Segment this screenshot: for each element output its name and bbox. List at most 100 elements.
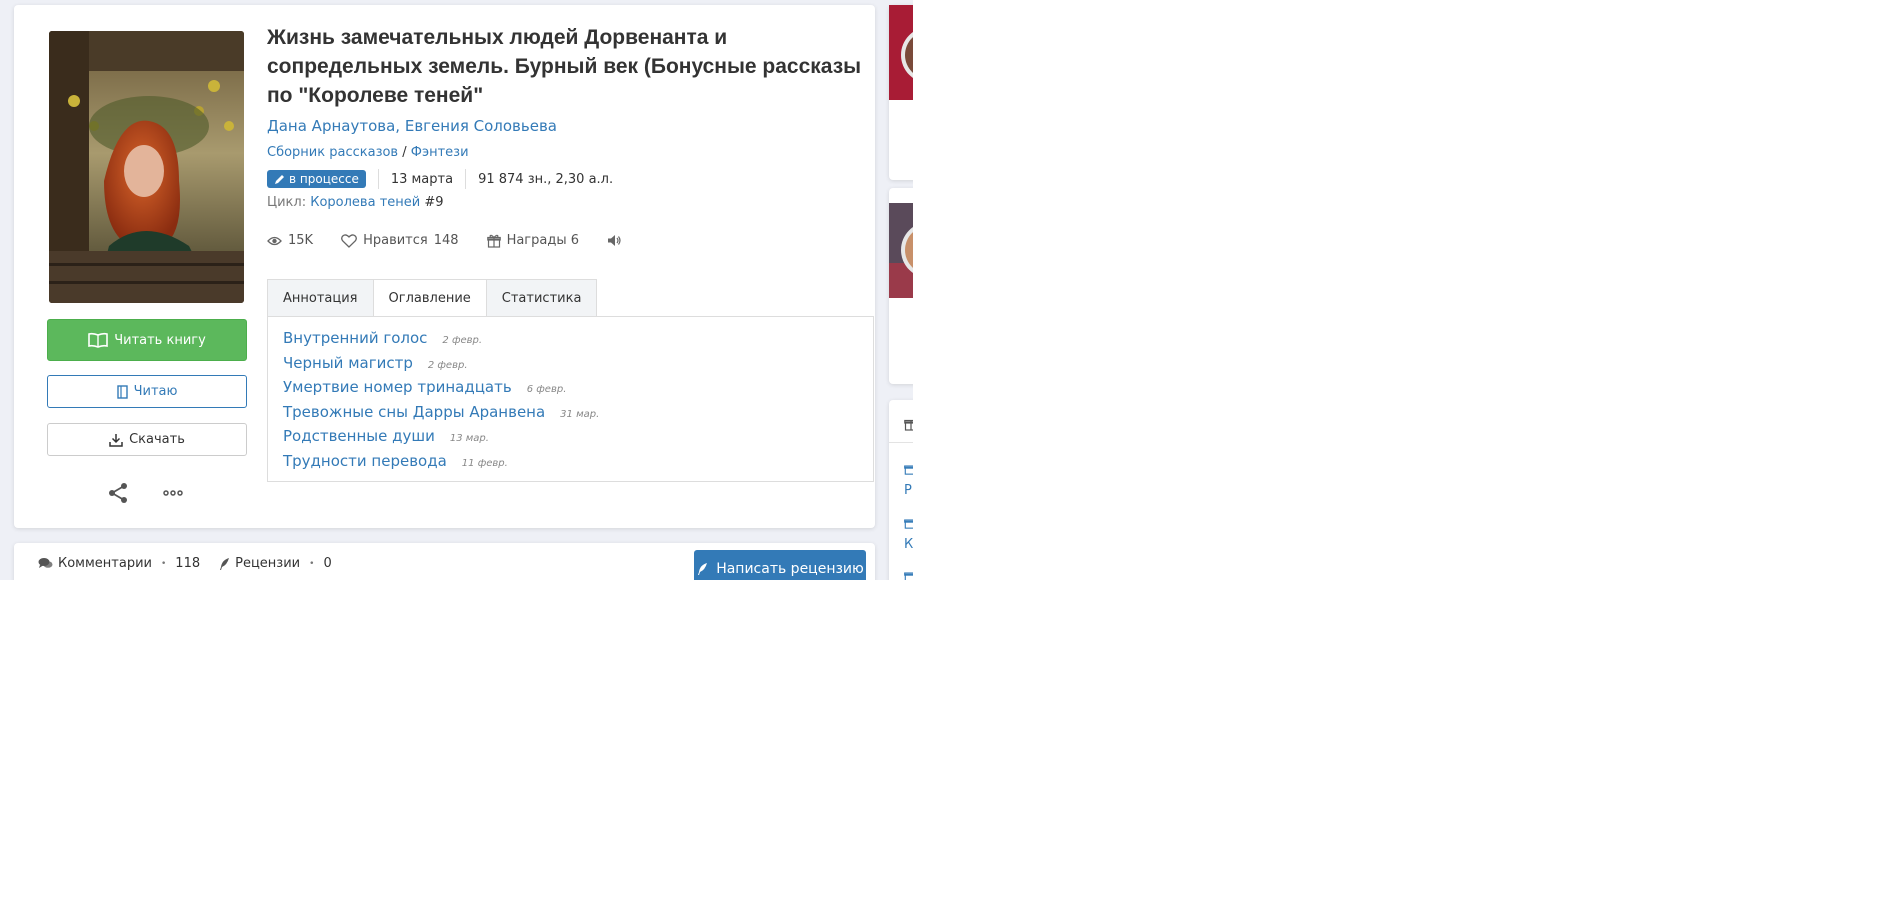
sidebar-awards-card: Рі Ко — [889, 400, 913, 580]
author-link[interactable]: Дана Арнаутова — [267, 117, 395, 135]
read-book-button[interactable]: Читать книгу — [47, 319, 247, 361]
reading-button[interactable]: Читаю — [47, 375, 247, 408]
chapter-date: 13 мар. — [449, 433, 489, 444]
tab-annotation[interactable]: Аннотация — [267, 279, 374, 317]
book-card: Читать книгу Читаю Скачать Жизнь замечат… — [14, 5, 875, 528]
book-cycle: Цикл: Королева теней #9 — [267, 195, 444, 210]
comments-icon — [38, 558, 53, 568]
download-label: Скачать — [129, 432, 185, 447]
share-icon[interactable] — [106, 481, 130, 505]
avatar — [889, 5, 913, 100]
pencil-icon — [275, 174, 284, 184]
chapter-date: 31 мар. — [560, 408, 600, 420]
separator-dot: • — [309, 558, 315, 569]
chapter-date: 11 февр. — [461, 457, 508, 469]
reviews-count: 0 — [323, 556, 332, 571]
book-genres: Сборник рассказов / Фэнтези — [267, 145, 469, 160]
book-authors: Дана Арнаутова, Евгения Соловьева — [267, 117, 557, 135]
genre-link[interactable]: Сборник рассказов — [267, 145, 398, 160]
reviews-tab[interactable]: Рецензии • 0 — [218, 556, 332, 571]
chapter-link[interactable]: Черный магистр — [283, 354, 413, 372]
write-review-label: Написать рецензию — [716, 561, 864, 577]
chapter-link[interactable]: Родственные души — [283, 427, 435, 445]
cycle-label: Цикл: — [267, 195, 307, 210]
likes-count: 148 — [433, 233, 459, 248]
toc-item: Тревожные сны Дарры Аранвена 31 мар. — [283, 403, 858, 428]
gift-icon — [486, 234, 501, 248]
divider — [889, 442, 913, 443]
sidebar-banner[interactable] — [889, 5, 913, 100]
page-viewport: Читать книгу Читаю Скачать Жизнь замечат… — [0, 0, 913, 580]
likes-label: Нравится — [363, 233, 428, 248]
tab-contents[interactable]: Оглавление — [372, 279, 487, 317]
cycle-number: #9 — [424, 195, 444, 210]
chapter-date: 2 февр. — [442, 335, 483, 346]
chapter-date: 6 февр. — [526, 384, 567, 395]
awards-stat[interactable]: Награды 6 — [486, 233, 580, 248]
bookmark-book-icon — [116, 384, 128, 399]
open-book-icon — [88, 332, 109, 348]
toc-item: Трудности перевода 11 февр. — [283, 452, 858, 477]
write-review-button[interactable]: Написать рецензию — [694, 550, 866, 580]
audio-icon[interactable] — [607, 234, 622, 247]
download-icon — [109, 433, 123, 447]
status-label: в процессе — [289, 172, 359, 186]
genre-separator: / — [402, 145, 407, 160]
chapter-link[interactable]: Умертвие номер тринадцать — [283, 378, 512, 396]
chapter-link[interactable]: Внутренний голос — [283, 329, 427, 347]
chapter-date: 2 февр. — [427, 359, 468, 371]
awards-count: Награды 6 — [506, 233, 580, 248]
genre-link[interactable]: Фэнтези — [411, 145, 469, 160]
sidebar-card — [889, 5, 913, 180]
comments-card: Комментарии • 118 Рецензии • 0 Написать … — [14, 543, 875, 580]
eye-icon — [267, 236, 282, 245]
comments-label: Комментарии — [58, 556, 152, 571]
avatar — [889, 203, 913, 298]
table-of-contents: Внутренний голос 2 февр. Черный магистр … — [267, 316, 874, 482]
quill-icon — [220, 557, 230, 570]
toc-item: Черный магистр 2 февр. — [283, 354, 858, 379]
toc-item: Родственные души 13 мар. — [283, 427, 858, 452]
book-date: 13 марта — [390, 171, 454, 187]
toc-item: Умертвие номер тринадцать 6 февр. — [283, 378, 858, 403]
status-badge: в процессе — [267, 170, 366, 188]
meta-divider — [465, 169, 467, 189]
chapter-link[interactable]: Трудности перевода — [283, 452, 447, 470]
meta-divider — [377, 169, 379, 189]
book-title: Жизнь замечательных людей Дорвенанта и с… — [267, 26, 862, 107]
author-separator: , — [395, 117, 401, 135]
more-options-icon[interactable] — [161, 481, 185, 505]
gift-icon — [904, 519, 913, 529]
book-size: 91 874 зн., 2,30 а.л. — [478, 171, 614, 187]
read-book-label: Читать книгу — [114, 332, 206, 348]
reading-label: Читаю — [133, 384, 178, 399]
book-cover[interactable] — [49, 31, 244, 303]
cycle-link[interactable]: Королева теней — [310, 195, 420, 210]
sidebar-card — [889, 188, 913, 384]
author-link[interactable]: Евгения Соловьева — [405, 117, 557, 135]
toc-item: Внутренний голос 2 февр. — [283, 329, 858, 354]
book-stats: 15K Нравится 148 Награды 6 — [267, 233, 650, 248]
likes-button[interactable]: Нравится 148 — [341, 233, 459, 248]
download-button[interactable]: Скачать — [47, 423, 247, 456]
gift-icon — [904, 419, 913, 431]
separator-dot: • — [160, 558, 167, 569]
sidebar-banner[interactable] — [889, 203, 913, 298]
chapter-link[interactable]: Тревожные сны Дарры Аранвена — [283, 403, 545, 421]
views-count: 15K — [288, 233, 314, 248]
book-meta-row: в процессе 13 марта 91 874 зн., 2,30 а.л… — [267, 169, 613, 189]
comments-count: 118 — [175, 556, 201, 571]
comments-tab[interactable]: Комментарии • 118 — [38, 556, 200, 571]
quill-icon — [698, 563, 708, 575]
views-stat: 15K — [267, 233, 313, 248]
sidebar-award-item[interactable]: Рі — [904, 483, 913, 498]
comments-bar: Комментарии • 118 Рецензии • 0 — [38, 556, 350, 571]
gift-icon — [904, 572, 913, 580]
book-tabs: Аннотация Оглавление Статистика — [267, 279, 598, 317]
sidebar-award-item[interactable]: Ко — [904, 537, 913, 552]
heart-icon — [341, 233, 358, 248]
gift-icon — [904, 465, 913, 475]
tab-statistics[interactable]: Статистика — [485, 279, 598, 317]
book-cover-image — [49, 31, 244, 303]
reviews-label: Рецензии — [235, 556, 301, 571]
